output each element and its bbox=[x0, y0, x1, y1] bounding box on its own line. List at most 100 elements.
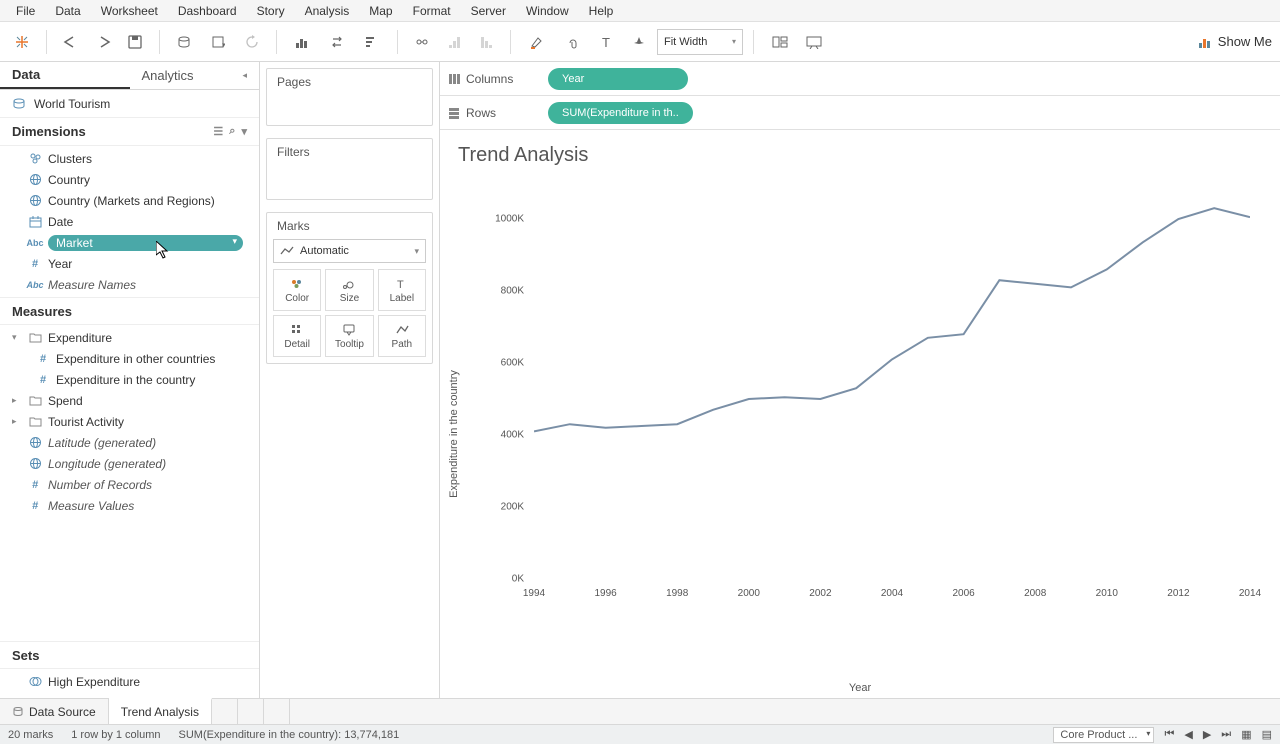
field-tourist-activity[interactable]: ▸Tourist Activity bbox=[0, 411, 259, 432]
menu-window[interactable]: Window bbox=[516, 1, 579, 21]
cluster-icon bbox=[28, 152, 42, 166]
chart-area[interactable]: Expenditure in the country 0K200K400K600… bbox=[440, 173, 1280, 682]
swap-icon[interactable] bbox=[323, 28, 351, 56]
presentation-icon[interactable] bbox=[800, 28, 828, 56]
x-tick: 2006 bbox=[952, 588, 974, 599]
chart-type-icon[interactable] bbox=[287, 28, 319, 56]
filters-card[interactable]: Filters bbox=[266, 138, 433, 200]
pages-card[interactable]: Pages bbox=[266, 68, 433, 126]
svg-text:T: T bbox=[602, 35, 610, 49]
folder-icon bbox=[28, 394, 42, 408]
undo-icon[interactable] bbox=[57, 28, 85, 56]
dimensions-header: Dimensions ☰⌕▾ bbox=[0, 118, 259, 146]
y-tick: 800K bbox=[484, 286, 524, 297]
view-list-icon[interactable]: ☰ bbox=[213, 125, 223, 138]
menu-help[interactable]: Help bbox=[579, 1, 624, 21]
refresh-icon[interactable] bbox=[238, 28, 266, 56]
y-tick: 400K bbox=[484, 430, 524, 441]
x-tick: 1994 bbox=[523, 588, 545, 599]
columns-pill-year[interactable]: Year bbox=[548, 68, 688, 90]
globe-icon bbox=[28, 173, 42, 187]
field-longitude-generated-[interactable]: Longitude (generated) bbox=[0, 453, 259, 474]
mark-color-button[interactable]: Color bbox=[273, 269, 321, 311]
menu-analysis[interactable]: Analysis bbox=[295, 1, 360, 21]
new-worksheet-icon[interactable]: ▾ bbox=[202, 28, 234, 56]
save-icon[interactable] bbox=[121, 28, 149, 56]
field-spend[interactable]: ▸Spend bbox=[0, 390, 259, 411]
sort-desc-icon[interactable] bbox=[472, 28, 500, 56]
measures-header: Measures bbox=[0, 297, 259, 325]
field-market[interactable]: AbcMarket bbox=[0, 232, 259, 253]
field-number-of-records[interactable]: #Number of Records bbox=[0, 474, 259, 495]
nav-prev-icon[interactable]: ◀ bbox=[1184, 728, 1192, 741]
redo-icon[interactable] bbox=[89, 28, 117, 56]
line-icon bbox=[280, 246, 294, 256]
x-tick: 2012 bbox=[1167, 588, 1189, 599]
menu-story[interactable]: Story bbox=[247, 1, 295, 21]
view-film-icon[interactable]: ▤ bbox=[1262, 728, 1272, 741]
field-expenditure-in-other-countries[interactable]: #Expenditure in other countries bbox=[0, 348, 259, 369]
field-measure-values[interactable]: #Measure Values bbox=[0, 495, 259, 516]
fit-dropdown[interactable]: Fit Width▾ bbox=[657, 29, 743, 55]
tab-sheet-trend[interactable]: Trend Analysis bbox=[109, 698, 212, 724]
field-country-markets-and-regions-[interactable]: Country (Markets and Regions) bbox=[0, 190, 259, 211]
rows-shelf[interactable]: Rows SUM(Expenditure in th.. bbox=[440, 96, 1280, 130]
nav-next-icon[interactable]: ▶ bbox=[1203, 728, 1211, 741]
menu-dashboard[interactable]: Dashboard bbox=[168, 1, 247, 21]
columns-icon bbox=[448, 73, 460, 85]
show-me-button[interactable]: Show Me bbox=[1198, 34, 1272, 49]
field-year[interactable]: #Year bbox=[0, 253, 259, 274]
nav-last-icon[interactable]: ⏭ bbox=[1221, 728, 1231, 741]
datasource-row[interactable]: World Tourism bbox=[0, 90, 259, 118]
field-expenditure-in-the-country[interactable]: #Expenditure in the country bbox=[0, 369, 259, 390]
field-clusters[interactable]: Clusters bbox=[0, 148, 259, 169]
new-worksheet-tab-icon[interactable] bbox=[212, 699, 238, 724]
rows-pill-expenditure[interactable]: SUM(Expenditure in th.. bbox=[548, 102, 693, 124]
pin-icon[interactable] bbox=[625, 28, 653, 56]
mark-type-dropdown[interactable]: Automatic▾ bbox=[273, 239, 426, 263]
product-dropdown[interactable]: Core Product ... bbox=[1053, 727, 1154, 743]
nav-first-icon[interactable]: ⏮ bbox=[1164, 728, 1174, 741]
columns-shelf[interactable]: Columns Year bbox=[440, 62, 1280, 96]
show-me-label: Show Me bbox=[1218, 34, 1272, 49]
menu-icon[interactable]: ▾ bbox=[241, 125, 247, 138]
group-icon[interactable] bbox=[408, 28, 436, 56]
mark-detail-button[interactable]: Detail bbox=[273, 315, 321, 357]
viz-title[interactable]: Trend Analysis bbox=[440, 130, 1280, 173]
show-cards-icon[interactable] bbox=[764, 28, 796, 56]
field-latitude-generated-[interactable]: Latitude (generated) bbox=[0, 432, 259, 453]
field-country[interactable]: Country bbox=[0, 169, 259, 190]
sets-header: Sets bbox=[0, 641, 259, 669]
tab-datasource[interactable]: Data Source bbox=[0, 699, 109, 724]
tableau-logo-icon[interactable] bbox=[8, 28, 36, 56]
sort-asc-icon[interactable] bbox=[440, 28, 468, 56]
mark-tooltip-button[interactable]: Tooltip bbox=[325, 315, 373, 357]
tab-data[interactable]: Data bbox=[0, 62, 130, 89]
menu-format[interactable]: Format bbox=[403, 1, 461, 21]
tab-analytics[interactable]: Analytics◂ bbox=[130, 62, 260, 89]
field-measure-names[interactable]: AbcMeasure Names bbox=[0, 274, 259, 295]
text-label-icon[interactable]: T bbox=[593, 28, 621, 56]
menu-server[interactable]: Server bbox=[461, 1, 516, 21]
menu-worksheet[interactable]: Worksheet bbox=[91, 1, 168, 21]
menu-file[interactable]: File bbox=[6, 1, 45, 21]
mark-path-button[interactable]: Path bbox=[378, 315, 426, 357]
search-icon[interactable]: ⌕ bbox=[229, 125, 235, 138]
mark-size-button[interactable]: Size bbox=[325, 269, 373, 311]
view-grid-icon[interactable]: ▦ bbox=[1241, 728, 1251, 741]
field-expenditure[interactable]: ▾Expenditure bbox=[0, 327, 259, 348]
marks-card: Marks Automatic▾ ColorSizeTLabelDetailTo… bbox=[266, 212, 433, 364]
menu-map[interactable]: Map bbox=[359, 1, 402, 21]
mark-label-button[interactable]: TLabel bbox=[378, 269, 426, 311]
new-story-tab-icon[interactable] bbox=[264, 699, 290, 724]
new-dashboard-tab-icon[interactable] bbox=[238, 699, 264, 724]
field-high-expenditure[interactable]: High Expenditure bbox=[0, 671, 259, 692]
highlight-icon[interactable] bbox=[521, 28, 553, 56]
attach-icon[interactable] bbox=[557, 28, 589, 56]
sort-icon[interactable] bbox=[355, 28, 387, 56]
new-datasource-icon[interactable] bbox=[170, 28, 198, 56]
field-date[interactable]: Date bbox=[0, 211, 259, 232]
dimensions-list: ClustersCountryCountry (Markets and Regi… bbox=[0, 146, 259, 297]
x-tick: 1998 bbox=[666, 588, 688, 599]
menu-data[interactable]: Data bbox=[45, 1, 90, 21]
